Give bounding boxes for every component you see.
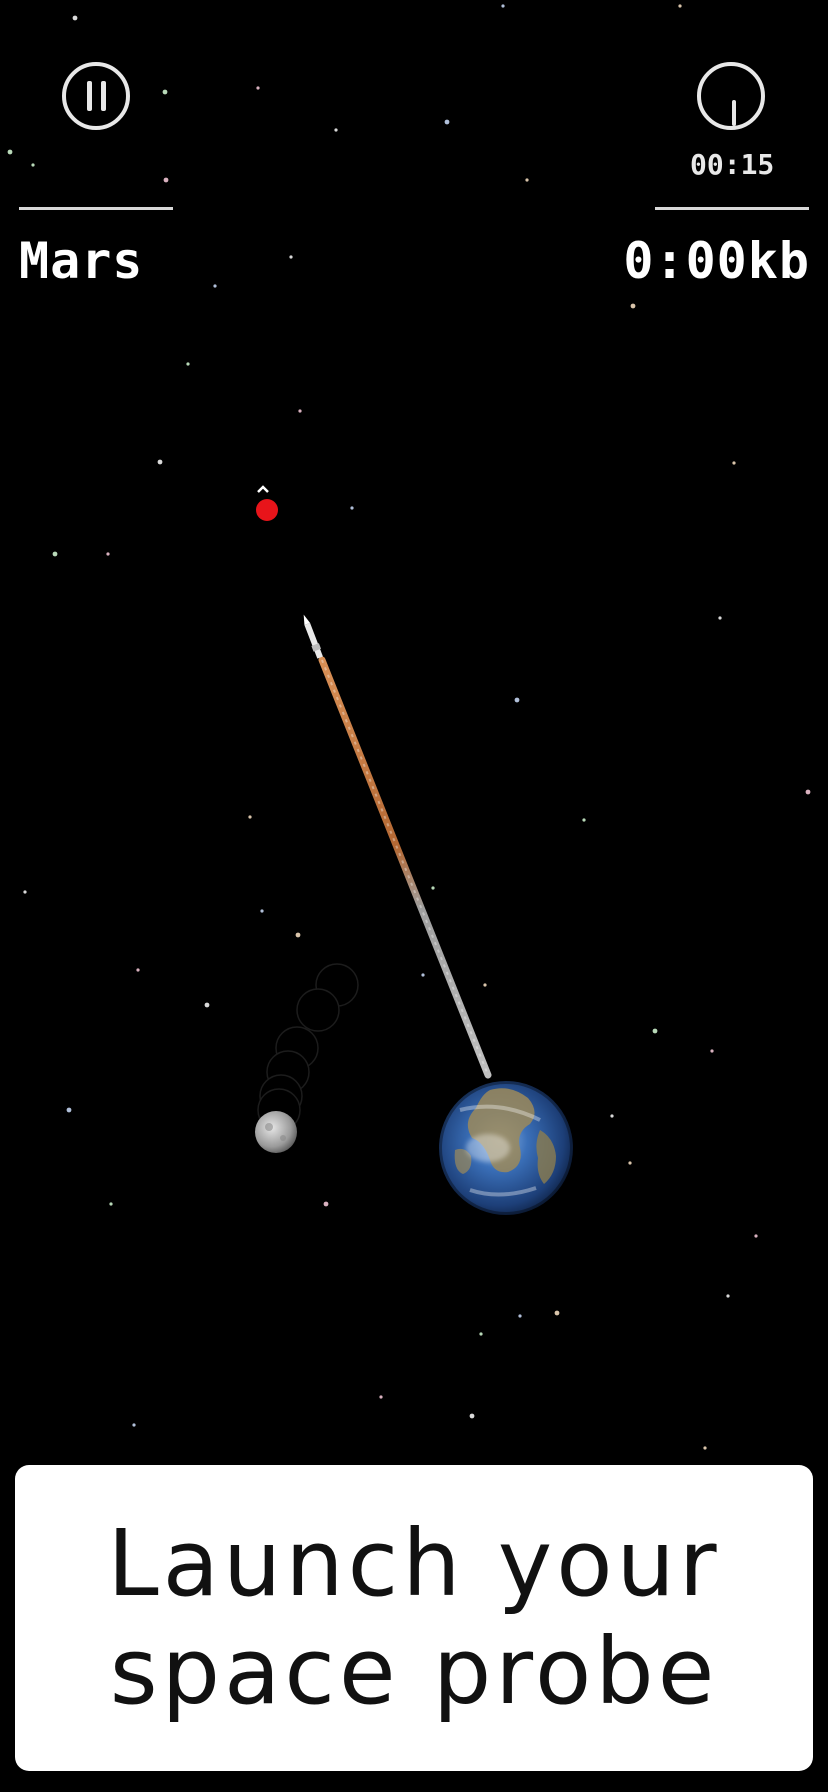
caption-panel: Launch your space probe — [15, 1465, 813, 1771]
star — [525, 178, 529, 182]
star — [628, 1161, 632, 1165]
star — [518, 1314, 522, 1318]
star — [479, 1332, 483, 1336]
star — [66, 1107, 72, 1113]
star — [334, 128, 338, 132]
data-collected-label: 0:00kb — [623, 232, 810, 290]
star — [31, 163, 35, 167]
star — [213, 284, 217, 288]
star — [248, 815, 252, 819]
star — [260, 909, 264, 913]
star — [483, 983, 487, 987]
star — [718, 616, 722, 620]
star — [163, 177, 169, 183]
star — [421, 973, 425, 977]
star — [289, 255, 293, 259]
star — [109, 1202, 113, 1206]
star — [7, 149, 13, 155]
star — [162, 89, 168, 95]
pause-icon — [87, 81, 92, 111]
target-planet-label: Mars — [19, 232, 144, 290]
star — [52, 551, 58, 557]
star — [754, 1234, 758, 1238]
star — [323, 1201, 329, 1207]
star — [23, 890, 27, 894]
star — [186, 362, 190, 366]
space-probe-rocket-icon — [303, 614, 323, 659]
star — [652, 1028, 658, 1034]
moon-icon — [255, 1111, 297, 1153]
star — [295, 932, 301, 938]
star — [469, 1413, 475, 1419]
timer-icon — [732, 100, 736, 126]
star — [678, 4, 682, 8]
star — [703, 1446, 707, 1450]
star — [554, 1310, 560, 1316]
star — [726, 1294, 730, 1298]
star — [136, 968, 140, 972]
moon-orbit-ghosts — [257, 963, 359, 1132]
star — [379, 1395, 383, 1399]
star — [732, 461, 736, 465]
star — [106, 552, 110, 556]
timer-button[interactable] — [697, 62, 765, 130]
star — [501, 4, 505, 8]
star — [630, 303, 636, 309]
target-caret-icon — [257, 485, 269, 493]
divider-left — [19, 207, 173, 210]
star — [72, 15, 78, 21]
star — [204, 1002, 210, 1008]
game-stage[interactable]: 00:15 Mars 0:00kb Launch your space prob… — [0, 0, 828, 1792]
caption-text: Launch your space probe — [107, 1510, 721, 1725]
timer-value: 00:15 — [690, 148, 775, 181]
star — [514, 697, 520, 703]
star — [610, 1114, 614, 1118]
star — [157, 459, 163, 465]
mars-target-marker-icon — [256, 499, 278, 521]
star — [444, 119, 450, 125]
star-field — [7, 4, 811, 1450]
star — [256, 86, 260, 90]
star — [710, 1049, 714, 1053]
divider-right — [655, 207, 809, 210]
earth-planet-icon — [436, 1078, 576, 1218]
star — [298, 409, 302, 413]
star — [132, 1423, 136, 1427]
star — [805, 789, 811, 795]
probe-trail — [318, 656, 492, 1079]
star — [431, 886, 435, 890]
pause-button[interactable] — [62, 62, 130, 130]
star — [582, 818, 586, 822]
star — [350, 506, 354, 510]
